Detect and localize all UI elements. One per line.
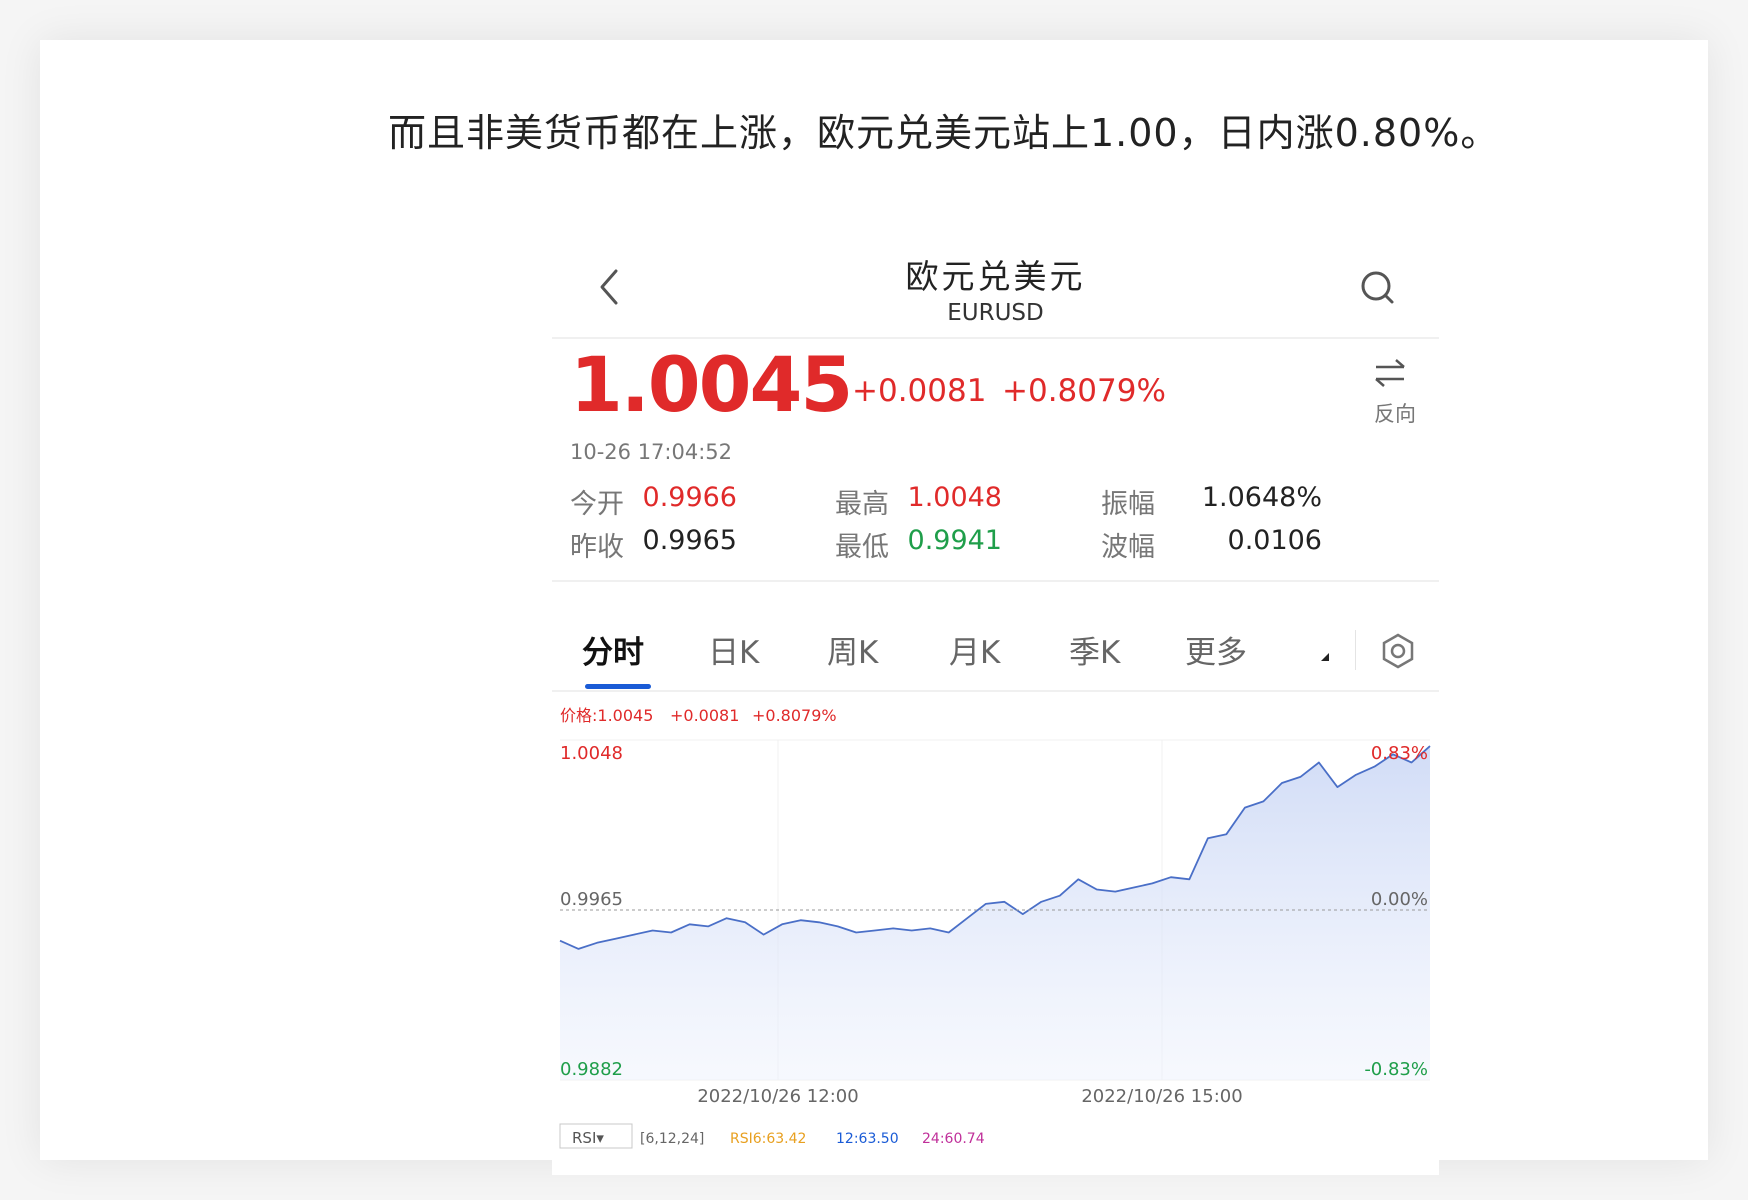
- active-tab-indicator: [585, 684, 651, 689]
- amplitude-value: 1.0648%: [1201, 482, 1322, 513]
- rsi-selector[interactable]: RSI▾: [572, 1129, 604, 1147]
- x-axis-label-2: 2022/10/26 15:00: [1081, 1086, 1242, 1107]
- quote-screenshot: 欧元兑美元 EURUSD 1.0045 +0.0081 +0.8079% 反向 …: [552, 235, 1439, 1175]
- last-price: 1.0045: [570, 340, 853, 429]
- price-area-fill: [560, 746, 1430, 1080]
- amplitude-label: 振幅: [1101, 489, 1155, 520]
- y-axis-top-label: 1.0048: [560, 743, 623, 764]
- open-value: 0.9966: [642, 482, 737, 513]
- rsi-12-value: 12:63.50: [836, 1131, 899, 1147]
- chart-info-price: 价格:1.0045: [560, 706, 653, 725]
- price-change-percent: +0.8079%: [1002, 373, 1166, 409]
- x-axis-label-1: 2022/10/26 12:00: [697, 1086, 858, 1107]
- chart-info-percent: +0.8079%: [752, 706, 837, 725]
- chart-info-change: +0.0081: [670, 706, 739, 725]
- rsi-24-value: 24:60.74: [922, 1131, 985, 1147]
- rsi-params: [6,12,24]: [640, 1131, 704, 1147]
- search-icon[interactable]: [1358, 268, 1398, 308]
- tabs-divider: [552, 690, 1439, 692]
- header-divider: [552, 337, 1439, 339]
- tab-weekly-k[interactable]: 周K: [827, 627, 878, 672]
- intraday-chart[interactable]: 价格:1.0045 +0.0081 +0.8079% 1.0048 0.9965…: [552, 697, 1439, 1175]
- rsi-6-value: RSI6:63.42: [730, 1131, 806, 1147]
- settings-icon[interactable]: [1379, 632, 1417, 670]
- prev-close-value: 0.9965: [642, 525, 737, 556]
- pct-axis-bottom-label: -0.83%: [1364, 1059, 1428, 1080]
- article-caption: 而且非美货币都在上涨，欧元兑美元站上1.00，日内涨0.80%。: [388, 111, 1500, 155]
- range-value: 0.0106: [1227, 525, 1322, 556]
- instrument-title: 欧元兑美元: [905, 257, 1086, 296]
- range-label: 波幅: [1101, 532, 1155, 563]
- dropdown-caret-icon: [1321, 653, 1329, 661]
- tab-quarterly-k[interactable]: 季K: [1069, 627, 1120, 672]
- reverse-label[interactable]: 反向: [1374, 398, 1416, 428]
- article-card: 而且非美货币都在上涨，欧元兑美元站上1.00，日内涨0.80%。 欧元兑美元 E…: [40, 40, 1708, 1175]
- swap-arrows-icon[interactable]: [1372, 358, 1408, 388]
- tab-intraday[interactable]: 分时: [582, 627, 644, 672]
- stats-divider: [552, 580, 1439, 582]
- y-axis-bottom-label: 0.9882: [560, 1059, 623, 1080]
- y-axis-mid-label: 0.9965: [560, 889, 623, 910]
- price-change: +0.0081: [852, 373, 987, 409]
- low-value: 0.9941: [907, 525, 1002, 556]
- high-value: 1.0048: [907, 482, 1002, 513]
- instrument-symbol: EURUSD: [947, 300, 1044, 326]
- price-series: [559, 745, 1431, 1080]
- tab-daily-k[interactable]: 日K: [708, 627, 759, 672]
- tab-separator: [1355, 630, 1356, 670]
- tab-monthly-k[interactable]: 月K: [949, 627, 1000, 672]
- quote-timestamp: 10-26 17:04:52: [570, 440, 733, 464]
- pct-axis-mid-label: 0.00%: [1371, 889, 1428, 910]
- tab-more[interactable]: 更多: [1185, 627, 1247, 672]
- pct-axis-top-label: 0.83%: [1371, 743, 1428, 764]
